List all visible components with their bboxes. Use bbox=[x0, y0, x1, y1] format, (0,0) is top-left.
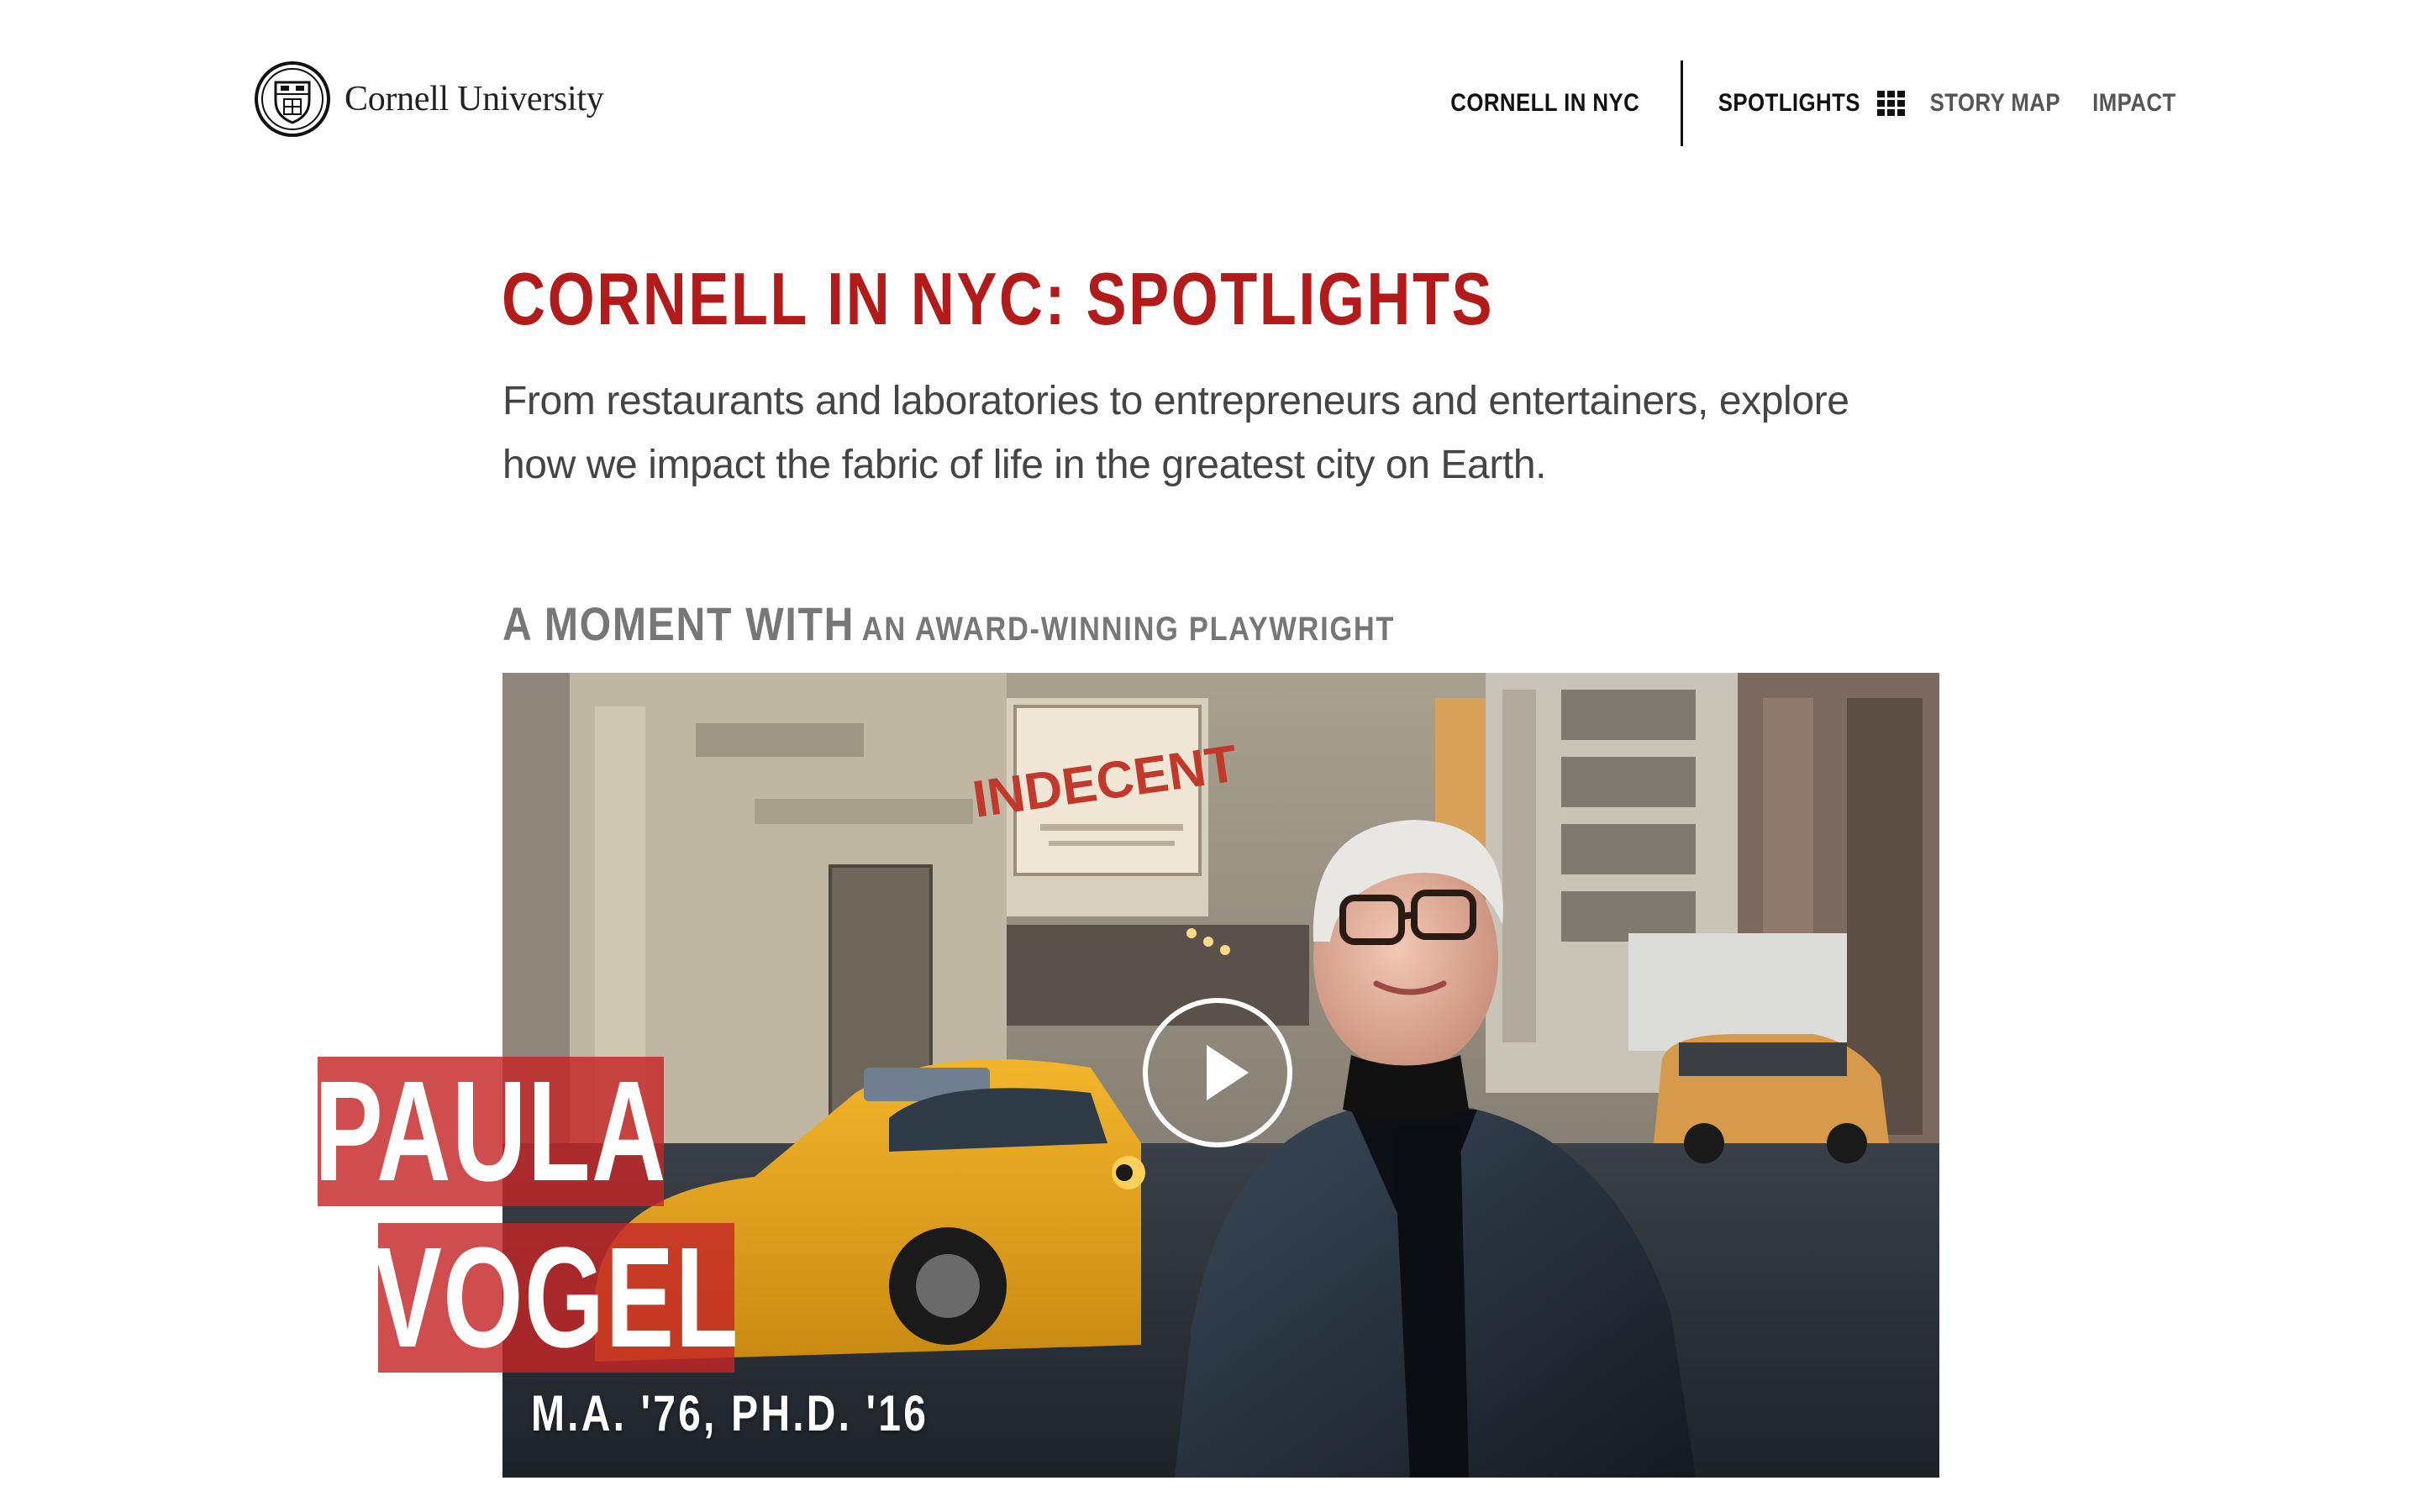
play-button[interactable] bbox=[1143, 998, 1292, 1147]
nav-story-map[interactable]: STORY MAP bbox=[1929, 89, 2060, 118]
first-name: PAULA bbox=[314, 1052, 667, 1211]
kicker-lead: A MOMENT WITH bbox=[502, 597, 855, 650]
nav-cornell-in-nyc[interactable]: CORNELL IN NYC bbox=[1451, 89, 1640, 118]
grid-icon[interactable] bbox=[1876, 91, 1906, 116]
cornell-logo[interactable]: Cornell University bbox=[254, 59, 604, 139]
degree-credentials: M.A. '76, PH.D. '16 bbox=[531, 1385, 929, 1441]
main-navigation: CORNELL IN NYC SPOTLIGHTS STORY MAP IMPA… bbox=[1435, 60, 2186, 146]
section-kicker: A MOMENT WITH AN AWARD-WINNING PLAYWRIGHT bbox=[502, 596, 1395, 651]
nav-divider bbox=[1680, 60, 1683, 146]
name-block-first: PAULA bbox=[314, 1052, 667, 1211]
page-intro: From restaurants and laboratories to ent… bbox=[502, 379, 1849, 487]
page-title: CORNELL IN NYC: SPOTLIGHTS bbox=[502, 257, 1495, 340]
last-name: VOGEL bbox=[373, 1218, 739, 1378]
name-block-last: VOGEL bbox=[373, 1218, 739, 1378]
logo-wordmark: Cornell University bbox=[345, 80, 604, 118]
nav-impact[interactable]: IMPACT bbox=[2092, 89, 2176, 118]
nav-spotlights[interactable]: SPOTLIGHTS bbox=[1718, 89, 1860, 118]
cornell-seal-icon bbox=[255, 61, 330, 137]
kicker-subtitle: AN AWARD-WINNING PLAYWRIGHT bbox=[861, 611, 1396, 648]
play-icon bbox=[1207, 1045, 1249, 1100]
